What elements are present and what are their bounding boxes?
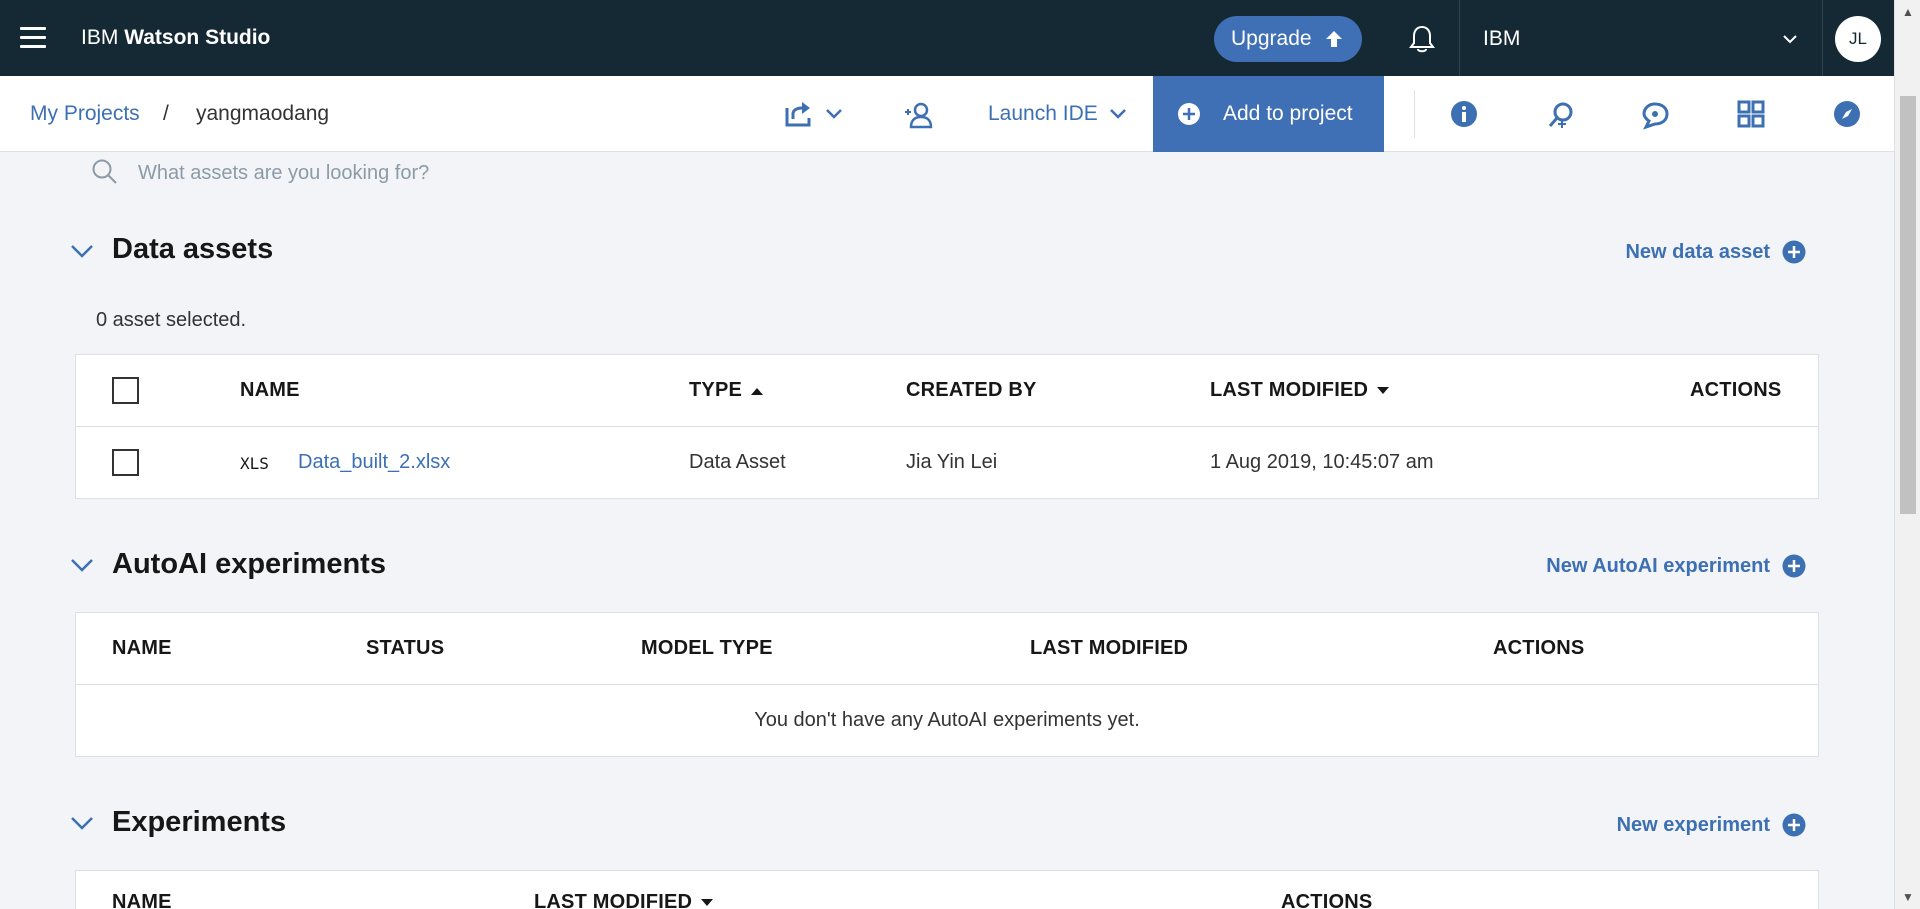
- menu-icon[interactable]: [20, 27, 46, 49]
- data-assets-table: NAME TYPE CREATED BY LAST MODIFIED ACTIO…: [75, 354, 1819, 499]
- breadcrumb-separator: /: [163, 102, 169, 125]
- column-last-modified-label: LAST MODIFIED: [1210, 379, 1369, 401]
- sort-descending-icon: [700, 898, 714, 908]
- export-icon: [784, 100, 814, 133]
- column-header-name[interactable]: NAME: [240, 379, 300, 402]
- column-header-created-by[interactable]: CREATED BY: [906, 379, 1037, 402]
- explore-button[interactable]: [1833, 100, 1861, 133]
- column-header-name[interactable]: NAME: [112, 891, 172, 909]
- new-data-asset-label: New data asset: [1625, 240, 1770, 263]
- grid-icon: [1737, 100, 1765, 133]
- compass-icon: [1833, 100, 1861, 133]
- collapse-data-assets-icon[interactable]: [70, 239, 94, 268]
- search-input[interactable]: [138, 161, 838, 185]
- top-header: IBM Watson Studio Upgrade IBM JL: [0, 0, 1894, 76]
- header-divider: [1822, 0, 1823, 76]
- add-collaborator-button[interactable]: [903, 101, 933, 134]
- column-header-last-modified[interactable]: LAST MODIFIED: [534, 891, 714, 909]
- autoai-title: AutoAI experiments: [112, 548, 386, 580]
- launch-ide-label: Launch IDE: [988, 102, 1098, 125]
- new-experiment-label: New experiment: [1616, 813, 1770, 836]
- dashboard-button[interactable]: [1737, 100, 1765, 133]
- asset-type: Data Asset: [689, 451, 786, 473]
- arrow-up-icon: [1324, 29, 1344, 49]
- breadcrumb-current-project: yangmaodang: [196, 102, 330, 125]
- add-circle-icon: [1782, 240, 1806, 264]
- scroll-up-icon[interactable]: ▲: [1895, 0, 1920, 24]
- project-toolbar: My Projects / yangmaodang Launch IDE Add…: [0, 76, 1894, 152]
- avatar[interactable]: JL: [1835, 16, 1881, 62]
- notifications-bell-icon[interactable]: [1405, 22, 1439, 56]
- asset-search: [90, 158, 990, 188]
- chat-icon: [1641, 100, 1671, 135]
- sort-descending-icon: [1376, 386, 1390, 396]
- new-autoai-label: New AutoAI experiment: [1546, 554, 1770, 577]
- find-assets-button[interactable]: [1546, 100, 1576, 135]
- column-header-type[interactable]: TYPE: [689, 379, 764, 402]
- table-header: NAME STATUS MODEL TYPE LAST MODIFIED ACT…: [76, 613, 1818, 685]
- breadcrumb-my-projects[interactable]: My Projects: [30, 102, 140, 126]
- toolbar-divider: [1414, 90, 1415, 138]
- asset-created-by: Jia Yin Lei: [906, 451, 998, 473]
- export-menu-button[interactable]: [784, 100, 844, 133]
- autoai-table: NAME STATUS MODEL TYPE LAST MODIFIED ACT…: [75, 612, 1819, 757]
- search-assets-icon: [1546, 100, 1576, 135]
- empty-state-message: You don't have any AutoAI experiments ye…: [754, 709, 1140, 731]
- brand-prefix: IBM: [81, 26, 119, 49]
- scroll-down-icon[interactable]: ▼: [1895, 885, 1920, 909]
- asset-last-modified: 1 Aug 2019, 10:45:07 am: [1210, 451, 1434, 473]
- account-switcher[interactable]: IBM: [1483, 27, 1520, 51]
- add-user-icon: [903, 101, 933, 134]
- header-divider: [1459, 0, 1460, 76]
- add-to-project-label: Add to project: [1223, 102, 1353, 125]
- add-to-project-button[interactable]: Add to project: [1153, 76, 1384, 152]
- column-header-last-modified[interactable]: LAST MODIFIED: [1210, 379, 1390, 402]
- asset-name-link[interactable]: Data_built_2.xlsx: [298, 451, 450, 474]
- chevron-down-icon: [824, 104, 844, 129]
- info-icon: [1450, 100, 1478, 133]
- new-experiment-button[interactable]: New experiment: [1617, 813, 1806, 837]
- upgrade-label: Upgrade: [1231, 27, 1312, 50]
- table-row[interactable]: XLS Data_built_2.xlsx Data Asset Jia Yin…: [76, 427, 1818, 498]
- column-header-name[interactable]: NAME: [112, 637, 172, 660]
- row-checkbox[interactable]: [112, 449, 139, 476]
- add-circle-icon: [1782, 813, 1806, 837]
- column-type-label: TYPE: [689, 379, 743, 401]
- experiments-table: NAME LAST MODIFIED ACTIONS: [75, 870, 1819, 909]
- new-autoai-experiment-button[interactable]: New AutoAI experiment: [1546, 554, 1806, 578]
- brand-name: Watson Studio: [124, 26, 271, 49]
- launch-ide-menu[interactable]: Launch IDE: [988, 102, 1128, 126]
- table-header: NAME LAST MODIFIED ACTIONS: [76, 871, 1818, 909]
- column-header-actions: ACTIONS: [1281, 891, 1373, 909]
- scroll-thumb[interactable]: [1900, 96, 1916, 514]
- chevron-down-icon: [1108, 104, 1128, 124]
- collapse-autoai-icon[interactable]: [70, 553, 94, 582]
- add-circle-icon: [1177, 102, 1201, 126]
- project-info-button[interactable]: [1450, 100, 1478, 133]
- xls-file-icon: XLS: [240, 454, 269, 473]
- collapse-experiments-icon[interactable]: [70, 811, 94, 840]
- add-circle-icon: [1782, 554, 1806, 578]
- sort-ascending-icon: [750, 386, 764, 396]
- search-icon: [90, 157, 118, 190]
- empty-row: You don't have any AutoAI experiments ye…: [76, 685, 1818, 756]
- community-button[interactable]: [1641, 100, 1671, 135]
- column-header-actions: ACTIONS: [1690, 379, 1782, 401]
- selection-count: 0 asset selected.: [96, 309, 247, 331]
- new-data-asset-button[interactable]: New data asset: [1625, 240, 1806, 264]
- page-scrollbar[interactable]: ▲ ▼: [1894, 0, 1920, 909]
- column-header-actions: ACTIONS: [1493, 637, 1585, 659]
- column-last-modified-label: LAST MODIFIED: [534, 891, 693, 909]
- experiments-title: Experiments: [112, 806, 287, 838]
- select-all-checkbox[interactable]: [112, 377, 139, 404]
- data-assets-title: Data assets: [112, 233, 274, 265]
- table-header: NAME TYPE CREATED BY LAST MODIFIED ACTIO…: [76, 355, 1818, 427]
- chevron-down-icon[interactable]: [1781, 30, 1799, 53]
- app-brand[interactable]: IBM Watson Studio: [81, 26, 270, 50]
- column-header-model-type[interactable]: MODEL TYPE: [641, 637, 773, 660]
- upgrade-button[interactable]: Upgrade: [1214, 16, 1362, 62]
- column-header-last-modified[interactable]: LAST MODIFIED: [1030, 637, 1188, 660]
- column-header-status[interactable]: STATUS: [366, 637, 444, 660]
